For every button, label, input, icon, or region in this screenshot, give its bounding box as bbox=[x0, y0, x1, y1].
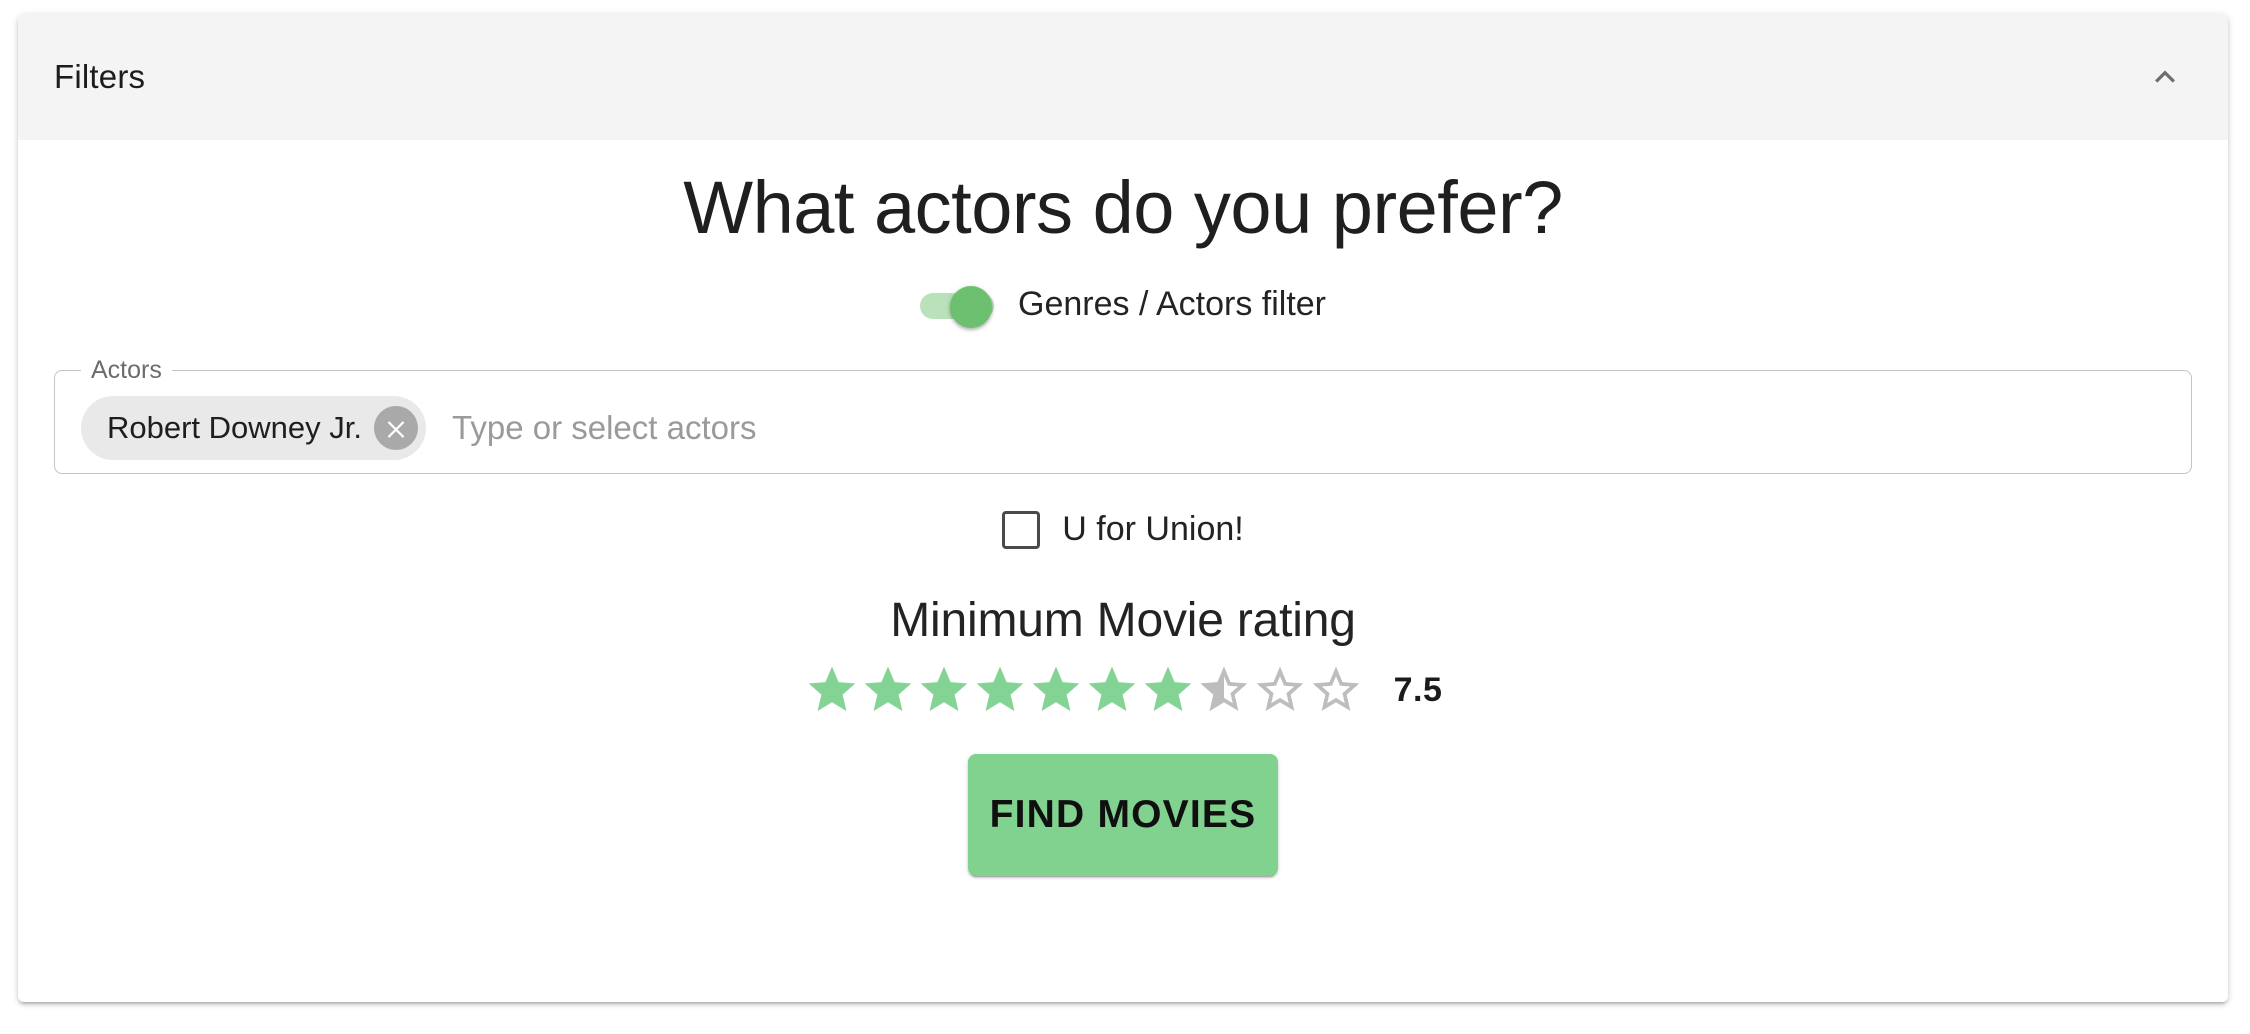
star-half-icon[interactable] bbox=[1196, 662, 1252, 718]
star-icon[interactable] bbox=[1084, 662, 1140, 718]
actor-chip[interactable]: Robert Downey Jr. bbox=[81, 396, 426, 460]
actor-chip-label: Robert Downey Jr. bbox=[107, 410, 362, 446]
close-circle-icon[interactable] bbox=[374, 406, 418, 450]
genres-actors-toggle[interactable] bbox=[920, 289, 994, 321]
star-icon[interactable] bbox=[804, 662, 860, 718]
app-root: Filters What actors do you prefer? Genre… bbox=[0, 0, 2250, 1034]
filters-panel-body: What actors do you prefer? Genres / Acto… bbox=[18, 140, 2228, 1002]
submit-row: FIND MOVIES bbox=[18, 754, 2228, 876]
filters-expansion-panel: Filters What actors do you prefer? Genre… bbox=[18, 14, 2228, 1002]
star-icon[interactable] bbox=[1028, 662, 1084, 718]
actors-input[interactable] bbox=[450, 397, 2165, 459]
genres-actors-toggle-row: Genres / Actors filter bbox=[18, 285, 2228, 324]
union-checkbox-label: U for Union! bbox=[1062, 510, 1243, 549]
star-icon[interactable] bbox=[972, 662, 1028, 718]
chevron-up-icon[interactable] bbox=[2138, 50, 2192, 104]
actors-chips-container: Robert Downey Jr. bbox=[55, 383, 2191, 473]
star-icon[interactable] bbox=[1140, 662, 1196, 718]
star-outline-icon[interactable] bbox=[1252, 662, 1308, 718]
union-checkbox-row[interactable]: U for Union! bbox=[18, 510, 2228, 549]
actors-field-legend: Actors bbox=[81, 358, 172, 383]
rating-value: 7.5 bbox=[1394, 671, 1443, 710]
genres-actors-toggle-label: Genres / Actors filter bbox=[1018, 285, 1326, 324]
find-movies-button[interactable]: FIND MOVIES bbox=[968, 754, 1278, 876]
star-icon[interactable] bbox=[860, 662, 916, 718]
rating-heading: Minimum Movie rating bbox=[18, 593, 2228, 648]
page-title: What actors do you prefer? bbox=[18, 140, 2228, 251]
rating-stars[interactable]: 7.5 bbox=[18, 662, 2228, 718]
checkbox-unchecked-icon[interactable] bbox=[1002, 511, 1040, 549]
actors-field[interactable]: Actors Robert Downey Jr. bbox=[54, 358, 2192, 474]
star-outline-icon[interactable] bbox=[1308, 662, 1364, 718]
toggle-thumb bbox=[950, 286, 992, 328]
panel-title: Filters bbox=[54, 58, 145, 96]
star-icon[interactable] bbox=[916, 662, 972, 718]
filters-panel-header[interactable]: Filters bbox=[18, 14, 2228, 140]
